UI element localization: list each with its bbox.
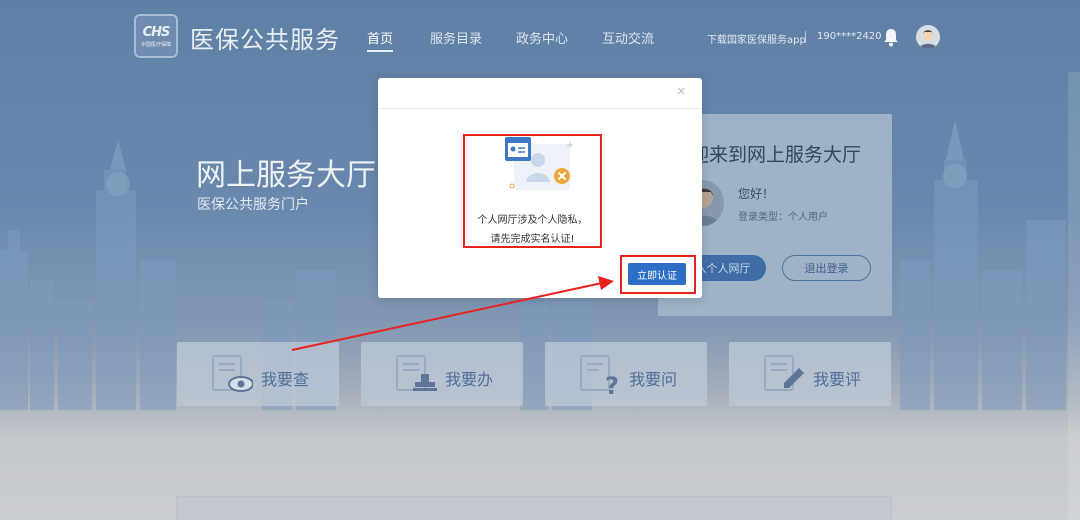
- nav-active-indicator: [367, 50, 393, 52]
- service-label-query: 我要查: [261, 370, 310, 389]
- hero-subtitle: 医保公共服务门户: [197, 197, 309, 213]
- welcome-greeting: 您好！: [738, 187, 775, 201]
- annotation-highlight-message: [463, 134, 602, 248]
- nav-service-catalog[interactable]: 服务目录: [430, 28, 482, 47]
- service-tile-ask[interactable]: ? 我要问: [545, 342, 707, 406]
- site-title: 医保公共服务: [190, 26, 340, 54]
- doc-eye-icon: [212, 355, 253, 392]
- modal-close-button[interactable]: ×: [676, 84, 686, 98]
- user-avatar[interactable]: [916, 25, 940, 49]
- service-label-review: 我要评: [813, 370, 862, 389]
- login-type: 登录类型：个人用户: [738, 212, 828, 223]
- logout-button[interactable]: 退出登录: [782, 255, 871, 281]
- modal-header-divider: [378, 108, 702, 109]
- download-app-link[interactable]: 下载国家医保服务app: [707, 31, 806, 46]
- doc-pen-icon: [764, 355, 804, 391]
- service-label-ask: 我要问: [629, 370, 678, 389]
- hero-title: 网上服务大厅: [196, 158, 376, 193]
- nav-government-center[interactable]: 政务中心: [516, 28, 568, 47]
- service-tile-review[interactable]: 我要评: [729, 342, 891, 406]
- nav-home[interactable]: 首页: [367, 28, 393, 47]
- logo-mark: CHS: [142, 24, 171, 40]
- nav-interaction[interactable]: 互动交流: [602, 28, 654, 47]
- svg-text:?: ?: [605, 372, 619, 394]
- bottom-content-panel: [176, 496, 892, 520]
- chs-logo[interactable]: CHS 中国医疗保障: [134, 14, 178, 58]
- avatar-person-icon: [919, 30, 937, 49]
- doc-question-icon: ?: [580, 355, 619, 394]
- doc-stamp-icon: [396, 355, 437, 391]
- annotation-highlight-button: [620, 255, 696, 294]
- service-label-handle: 我要办: [445, 370, 494, 389]
- right-scroll-track: [1068, 72, 1080, 520]
- service-tile-query[interactable]: 我要查: [177, 342, 339, 406]
- bell-icon[interactable]: [882, 27, 900, 47]
- welcome-card-title: 迎来到网上服务大厅: [690, 144, 862, 166]
- service-tile-handle[interactable]: 我要办: [361, 342, 523, 406]
- user-phone[interactable]: 190****2420: [817, 31, 882, 42]
- header-separator: [805, 31, 806, 43]
- logo-subtext: 中国医疗保障: [140, 41, 171, 48]
